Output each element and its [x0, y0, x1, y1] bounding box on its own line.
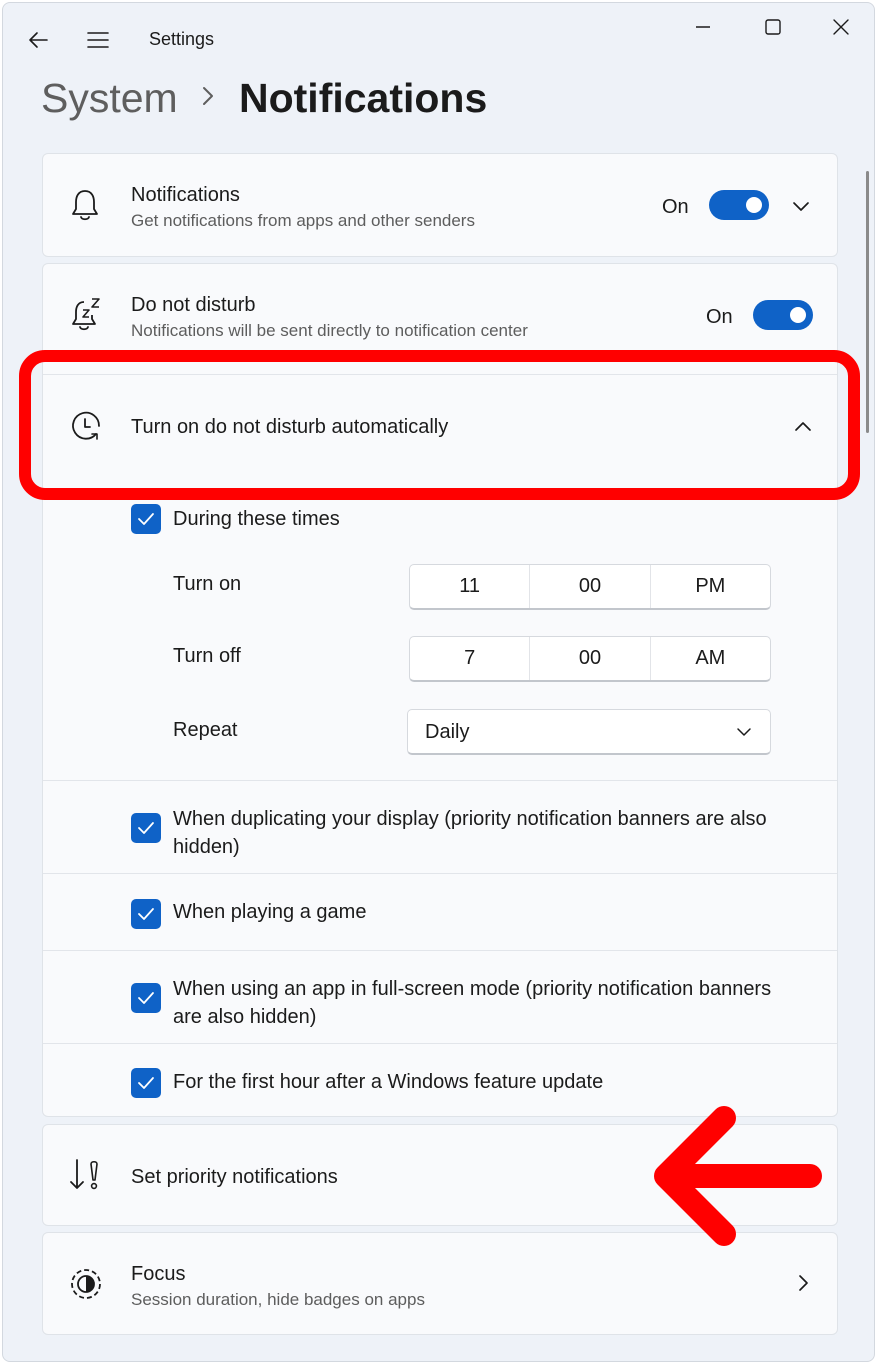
minimize-icon — [696, 26, 710, 28]
do-not-disturb-toggle[interactable] — [753, 300, 813, 330]
notifications-toggle[interactable] — [709, 190, 769, 220]
turn-on-hour[interactable]: 11 — [410, 565, 529, 608]
focus-timer-icon — [69, 1267, 103, 1306]
checkmark-icon — [138, 992, 154, 1004]
breadcrumb-system-link[interactable]: System — [41, 75, 178, 122]
hamburger-menu-icon — [87, 32, 109, 48]
turn-on-period[interactable]: PM — [649, 565, 770, 608]
page-title: Notifications — [239, 75, 488, 121]
do-not-disturb-subtitle: Notifications will be sent directly to n… — [131, 321, 528, 340]
checkmark-icon — [138, 1077, 154, 1089]
bell-icon — [69, 188, 101, 227]
divider — [43, 780, 837, 781]
feature-update-label: For the first hour after a Windows featu… — [173, 1071, 604, 1093]
notifications-setting-card[interactable]: Notifications Get notifications from app… — [42, 153, 838, 257]
notifications-state-label: On — [662, 196, 689, 218]
full-screen-app-checkbox[interactable] — [131, 983, 161, 1013]
priority-notifications-title: Set priority notifications — [131, 1166, 338, 1188]
chevron-down-icon — [793, 202, 809, 211]
auto-dnd-title: Turn on do not disturb automatically — [131, 416, 449, 438]
clock-icon — [69, 410, 103, 449]
during-these-times-label: During these times — [173, 508, 340, 530]
full-screen-app-label: When using an app in full-screen mode (p… — [173, 978, 772, 1028]
do-not-disturb-title: Do not disturb — [131, 294, 256, 316]
do-not-disturb-card: Do not disturb Notifications will be sen… — [42, 263, 838, 1117]
focus-subtitle: Session duration, hide badges on apps — [131, 1290, 425, 1309]
turn-off-time-picker[interactable]: 7 00 AM — [409, 636, 771, 682]
back-arrow-icon — [29, 32, 48, 48]
turn-on-time-picker[interactable]: 11 00 PM — [409, 564, 771, 610]
notifications-title: Notifications — [131, 184, 240, 206]
playing-game-label: When playing a game — [173, 901, 367, 923]
turn-off-label: Turn off — [173, 645, 241, 667]
checkmark-icon — [138, 513, 154, 525]
turn-off-period[interactable]: AM — [649, 637, 770, 680]
bell-snooze-icon — [69, 296, 103, 337]
feature-update-checkbox[interactable] — [131, 1068, 161, 1098]
red-arrow-annotation — [648, 1104, 824, 1257]
playing-game-checkbox[interactable] — [131, 899, 161, 929]
close-button[interactable] — [821, 9, 861, 45]
repeat-dropdown[interactable]: Daily — [407, 709, 771, 755]
maximize-button[interactable] — [753, 9, 793, 45]
turn-on-minute[interactable]: 00 — [529, 565, 649, 608]
repeat-selected-value: Daily — [425, 721, 470, 743]
vertical-scrollbar[interactable] — [866, 171, 869, 433]
turn-on-label: Turn on — [173, 573, 242, 595]
minimize-button[interactable] — [683, 9, 723, 45]
expand-notifications-button[interactable] — [787, 194, 815, 218]
checkmark-icon — [138, 822, 154, 834]
do-not-disturb-state-label: On — [706, 306, 733, 328]
turn-off-hour[interactable]: 7 — [410, 637, 529, 680]
chevron-right-icon — [797, 1273, 809, 1298]
maximize-icon — [765, 19, 781, 35]
turn-off-minute[interactable]: 00 — [529, 637, 649, 680]
divider — [43, 950, 837, 951]
notifications-subtitle: Get notifications from apps and other se… — [131, 211, 475, 230]
back-button[interactable] — [21, 23, 55, 57]
app-title: Settings — [149, 29, 215, 49]
chevron-right-icon — [201, 85, 215, 112]
checkmark-icon — [138, 908, 154, 920]
repeat-label: Repeat — [173, 719, 238, 741]
priority-sort-icon — [69, 1158, 101, 1197]
divider — [43, 1043, 837, 1044]
chevron-up-icon — [795, 422, 811, 431]
toggle-knob — [746, 197, 762, 213]
close-icon — [833, 19, 849, 35]
duplicating-display-checkbox[interactable] — [131, 813, 161, 843]
during-these-times-checkbox[interactable] — [131, 504, 161, 534]
divider — [43, 873, 837, 874]
navigation-menu-button[interactable] — [81, 23, 115, 57]
focus-title: Focus — [131, 1263, 186, 1285]
collapse-auto-dnd-button[interactable] — [789, 415, 817, 439]
chevron-down-icon — [737, 728, 751, 736]
toggle-knob — [790, 307, 806, 323]
duplicating-display-label: When duplicating your display (priority … — [173, 808, 767, 858]
auto-dnd-row[interactable]: Turn on do not disturb automatically — [43, 375, 837, 477]
